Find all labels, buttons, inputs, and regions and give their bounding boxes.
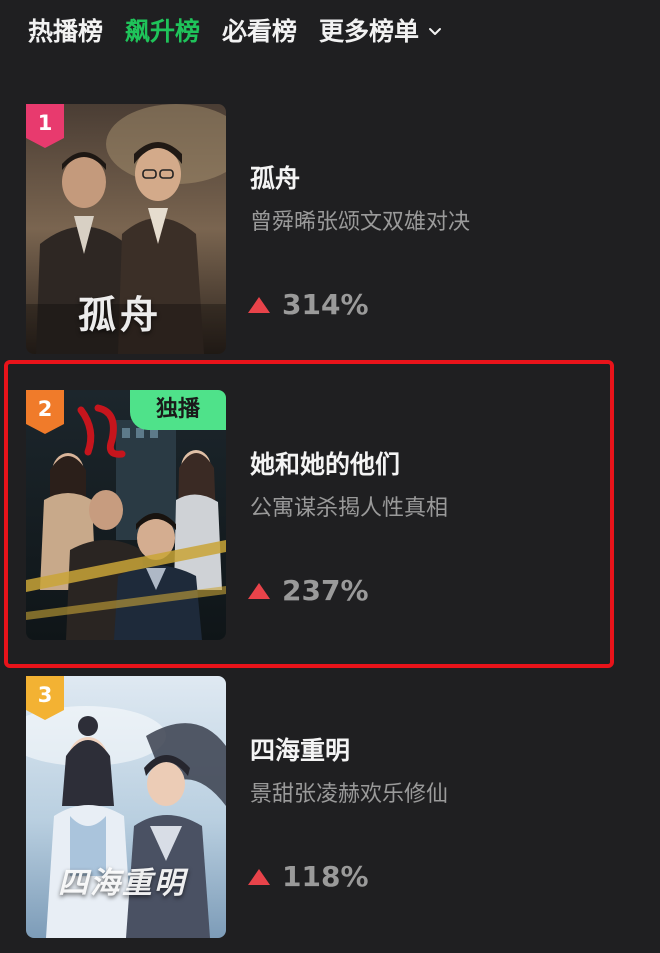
tab-more-lists[interactable]: 更多榜单 bbox=[319, 10, 443, 54]
ranking-page: 热播榜 飙升榜 必看榜 更多榜单 孤舟 1 孤舟 曾舜晞张颂文双雄对决 314%… bbox=[0, 0, 660, 953]
item-description: 景甜张凌赫欢乐修仙 bbox=[250, 782, 449, 807]
ranking-tabs: 热播榜 飙升榜 必看榜 更多榜单 bbox=[28, 10, 443, 54]
poster-title-text: 四海重明 bbox=[58, 866, 186, 901]
trend-indicator: 118% bbox=[248, 860, 369, 893]
trend-percent: 314% bbox=[282, 288, 369, 321]
rank-number: 3 bbox=[37, 683, 53, 707]
rank-badge: 3 bbox=[26, 676, 64, 720]
triangle-up-icon bbox=[248, 296, 270, 313]
tab-rising[interactable]: 飙升榜 bbox=[125, 10, 200, 54]
poster-title-text: 孤舟 bbox=[78, 292, 163, 337]
trend-percent: 118% bbox=[282, 860, 369, 893]
item-description: 曾舜晞张颂文双雄对决 bbox=[250, 210, 471, 235]
chevron-down-icon bbox=[429, 28, 442, 35]
rank-number: 1 bbox=[37, 111, 53, 135]
tab-hot[interactable]: 热播榜 bbox=[28, 10, 103, 54]
ranking-item-1[interactable]: 孤舟 1 孤舟 曾舜晞张颂文双雄对决 314% bbox=[26, 104, 606, 354]
rank-badge: 1 bbox=[26, 104, 64, 148]
item-title[interactable]: 四海重明 bbox=[250, 731, 350, 767]
trend-indicator: 314% bbox=[248, 288, 369, 321]
highlight-frame bbox=[4, 360, 614, 668]
item-title[interactable]: 孤舟 bbox=[250, 159, 300, 195]
tab-must-watch[interactable]: 必看榜 bbox=[222, 10, 297, 54]
ranking-item-3[interactable]: 四海重明 3 四海重明 景甜张凌赫欢乐修仙 118% bbox=[26, 676, 606, 938]
tab-more-label: 更多榜单 bbox=[319, 17, 420, 46]
triangle-up-icon bbox=[248, 868, 270, 885]
